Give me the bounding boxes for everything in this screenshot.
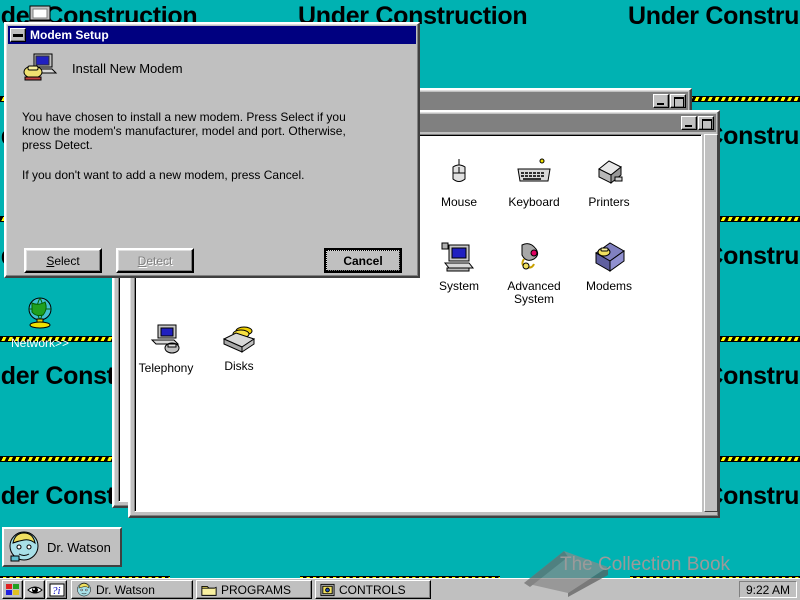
select-button[interactable]: Select — [24, 248, 102, 273]
dialog-paragraph-2: If you don't want to add a new modem, pr… — [22, 168, 372, 182]
dialog-header-label: Install New Modem — [72, 61, 183, 76]
wallpaper-tile: Under Construction — [620, 560, 800, 578]
modems-icon — [590, 239, 628, 275]
dialog-titlebar[interactable]: Modem Setup — [8, 26, 416, 44]
cancel-button-label: Cancel — [326, 250, 400, 271]
keyboard-icon — [514, 157, 554, 191]
desktop-icon-label: Network>> — [2, 336, 78, 350]
wallpaper-text: Under Construction — [628, 2, 800, 31]
cp-item-printers[interactable]: Printers — [567, 157, 651, 209]
start-flag-icon — [5, 583, 21, 597]
taskbar-button-label: Dr. Watson — [96, 583, 155, 597]
mouse-icon — [442, 157, 476, 191]
taskbar-clock[interactable]: 9:22 AM — [739, 581, 797, 598]
dr-watson-face-icon — [7, 530, 41, 564]
wallpaper-tile: Under Construction — [620, 0, 800, 80]
cp-item-label: Printers — [567, 196, 651, 209]
help-info-icon: ?i — [49, 583, 65, 597]
cp-item-modems[interactable]: Modems — [567, 239, 651, 293]
maximize-button[interactable] — [670, 94, 686, 108]
maximize-button[interactable] — [698, 116, 714, 130]
modem-setup-dialog[interactable]: Modem Setup Install New Modem You have c… — [4, 22, 420, 278]
telephony-icon — [146, 321, 186, 357]
cp-item-label: Mouse — [417, 196, 501, 209]
dr-watson-quick-launch-button[interactable] — [24, 580, 45, 599]
dialog-paragraph-1: You have chosen to install a new modem. … — [22, 110, 372, 152]
dr-watson-face-icon — [76, 582, 92, 598]
taskbar[interactable]: ?i Dr. Watson PROGRAMS — [0, 578, 800, 600]
svg-text:?i: ?i — [52, 585, 61, 597]
desktop-icon-network[interactable]: Network>> — [2, 295, 78, 350]
taskbar-button-controls[interactable]: CONTROLS — [315, 580, 431, 599]
dr-watson-floating-window[interactable]: Dr. Watson — [2, 527, 122, 567]
select-button-label: elect — [54, 254, 79, 268]
cp-item-system[interactable]: System — [417, 239, 501, 293]
minimize-box-icon[interactable] — [10, 28, 26, 42]
dr-watson-label: Dr. Watson — [47, 540, 111, 555]
cp-item-label: Advanced System — [492, 280, 576, 306]
dialog-header: Install New Modem — [20, 52, 183, 84]
control-panel-icon — [320, 583, 335, 597]
cp-item-label: Disks — [197, 360, 281, 373]
detect-button-label: etect — [146, 254, 172, 268]
help-info-button[interactable]: ?i — [46, 580, 67, 599]
folder-icon — [201, 583, 217, 597]
minimize-button[interactable] — [681, 116, 697, 130]
taskbar-button-programs[interactable]: PROGRAMS — [196, 580, 312, 599]
disks-icon — [220, 321, 258, 355]
cp-item-keyboard[interactable]: Keyboard — [492, 157, 576, 209]
vertical-scrollbar[interactable] — [704, 134, 718, 512]
cancel-button[interactable]: Cancel — [324, 248, 402, 273]
wallpaper-tile: Under Construction — [290, 560, 620, 578]
dialog-message: You have chosen to install a new modem. … — [22, 110, 372, 198]
system-computer-icon — [439, 239, 479, 275]
printer-icon — [591, 157, 627, 191]
globe-icon — [22, 295, 58, 331]
taskbar-button-dr-watson[interactable]: Dr. Watson — [71, 580, 193, 599]
cp-item-advanced-system[interactable]: Advanced System — [492, 239, 576, 306]
dr-watson-eye-icon — [27, 583, 43, 597]
cp-item-label: Modems — [567, 280, 651, 293]
modem-phone-icon — [20, 52, 60, 84]
taskbar-button-label: CONTROLS — [339, 583, 406, 597]
cp-item-disks[interactable]: Disks — [197, 321, 281, 373]
cp-item-mouse[interactable]: Mouse — [417, 157, 501, 209]
desktop-screen: Under ConstructionUnder ConstructionUnde… — [0, 0, 800, 600]
advanced-system-icon — [514, 239, 554, 275]
minimize-button[interactable] — [653, 94, 669, 108]
taskbar-button-label: PROGRAMS — [221, 583, 291, 597]
cp-item-label: System — [417, 280, 501, 293]
cp-item-label: Keyboard — [492, 196, 576, 209]
dialog-title: Modem Setup — [30, 28, 414, 42]
start-button[interactable] — [2, 580, 23, 599]
detect-button[interactable]: Detect — [116, 248, 194, 273]
